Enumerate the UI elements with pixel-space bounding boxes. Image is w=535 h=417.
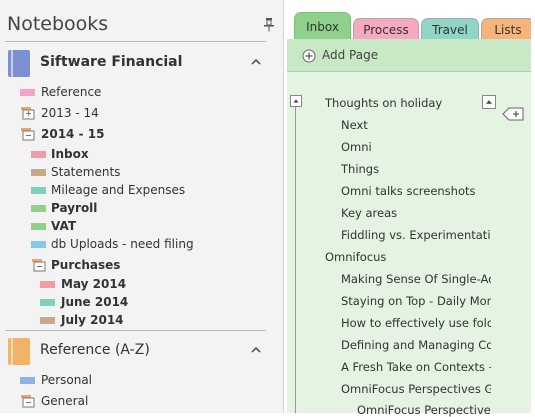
- page-item[interactable]: Key areas: [341, 206, 491, 220]
- section-label: Payroll: [51, 201, 98, 215]
- section-label: Purchases: [51, 258, 121, 272]
- section-group-icon: [21, 395, 35, 408]
- add-page-label: Add Page: [322, 48, 379, 62]
- page-item[interactable]: Next: [341, 118, 491, 132]
- section-tab-icon: [31, 205, 46, 212]
- chevron-up-icon[interactable]: [250, 57, 262, 67]
- section-label: db Uploads - need filing: [51, 237, 194, 251]
- section-tab-icon: [20, 377, 35, 384]
- section-tab-icon: [31, 169, 46, 176]
- section-tab-icon: [31, 241, 46, 248]
- section-tab-icon: [20, 89, 35, 96]
- section-label: Personal: [41, 373, 93, 387]
- section-label: Statements: [51, 165, 121, 179]
- section-group-icon: [21, 128, 35, 141]
- section-group-icon: [21, 107, 35, 120]
- tab-inbox[interactable]: Inbox: [294, 12, 351, 40]
- collapse-subpages-button[interactable]: [482, 95, 496, 109]
- insert-page-marker-icon[interactable]: [502, 106, 524, 122]
- tab-process[interactable]: Process: [353, 18, 419, 39]
- section-tab-icon: [40, 317, 55, 324]
- page-item[interactable]: Staying on Top - Daily Morn: [341, 294, 491, 308]
- page-item[interactable]: Omnifocus: [325, 250, 491, 264]
- section-label: May 2014: [61, 277, 127, 291]
- page-item[interactable]: Fiddling vs. Experimentation: [341, 228, 491, 242]
- add-page-button[interactable]: Add Page: [287, 39, 531, 72]
- page-list-pane: Add Page Thoughts on holiday Next Omni T…: [287, 39, 531, 417]
- section-label: Inbox: [51, 147, 89, 161]
- section-label: 2014 - 15: [41, 127, 105, 141]
- notebooks-title: Notebooks: [7, 13, 109, 35]
- notebook-name: Reference (A-Z): [40, 342, 150, 358]
- section-tab-icon: [40, 281, 55, 288]
- divider: [5, 330, 266, 331]
- section-tab-icon: [31, 187, 46, 194]
- section-label: General: [41, 394, 89, 408]
- page-item[interactable]: Making Sense Of Single-Acti: [341, 272, 491, 286]
- page-item[interactable]: OmniFocus Perspectives Gal: [341, 382, 491, 396]
- page-item[interactable]: OmniFocus Perspectives: [357, 403, 491, 417]
- section-label: VAT: [51, 219, 77, 233]
- section-group-icon: [32, 259, 46, 272]
- section-label: Mileage and Expenses: [51, 183, 186, 197]
- page-item[interactable]: Things: [341, 162, 491, 176]
- pin-icon[interactable]: [264, 18, 274, 32]
- section-tab-icon: [40, 299, 55, 306]
- section-label: July 2014: [61, 313, 124, 327]
- notebook-name: Siftware Financial: [40, 54, 183, 70]
- section-tab-icon: [31, 223, 46, 230]
- notebook-siftware-financial[interactable]: Siftware Financial: [8, 50, 270, 80]
- page-canvas-edge: [531, 0, 535, 413]
- page-item[interactable]: Defining and Managing Con: [341, 338, 491, 352]
- page-item[interactable]: How to effectively use folder: [341, 316, 491, 330]
- notebooks-pane: Notebooks Siftware Financial Reference 2…: [0, 0, 284, 413]
- chevron-up-icon[interactable]: [250, 345, 262, 355]
- section-label: 2013 - 14: [41, 106, 99, 120]
- notebook-icon: [8, 338, 30, 365]
- tab-travel[interactable]: Travel: [421, 18, 479, 39]
- page-item[interactable]: Omni: [341, 140, 491, 154]
- tab-lists[interactable]: Lists: [481, 18, 535, 39]
- add-circle-icon: [302, 49, 316, 63]
- divider: [5, 41, 266, 42]
- section-label: June 2014: [61, 295, 129, 309]
- page-item[interactable]: A Fresh Take on Contexts – S: [341, 360, 491, 374]
- notebook-reference-a-z[interactable]: Reference (A-Z): [8, 338, 270, 368]
- section-tab-icon: [31, 151, 46, 158]
- page-item[interactable]: Thoughts on holiday: [325, 96, 475, 110]
- scrollbar-track[interactable]: [295, 107, 296, 413]
- page-item[interactable]: Omni talks screenshots: [341, 184, 491, 198]
- scroll-up-button[interactable]: [290, 95, 302, 107]
- notebook-icon: [8, 50, 30, 77]
- section-label: Reference: [41, 85, 102, 99]
